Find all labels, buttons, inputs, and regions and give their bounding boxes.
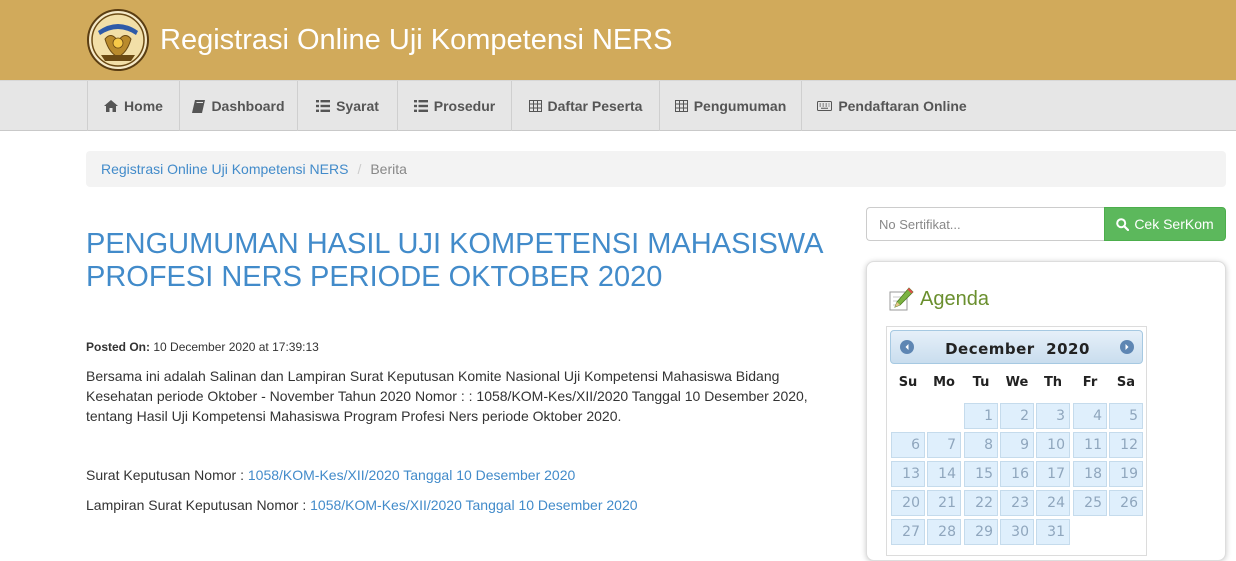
calendar-weekday: Fr <box>1082 375 1098 390</box>
calendar-day[interactable]: 4 <box>1073 403 1107 429</box>
nav-pengumuman[interactable]: Pengumuman <box>659 81 801 131</box>
calendar-empty-cell <box>891 403 925 429</box>
calendar-day[interactable]: 19 <box>1109 461 1143 487</box>
calendar-day[interactable]: 10 <box>1036 432 1070 458</box>
search-icon <box>1116 217 1130 231</box>
site-title[interactable]: Registrasi Online Uji Kompetensi NERS <box>160 24 673 57</box>
calendar-weekday: Th <box>1043 375 1063 390</box>
nav-dashboard[interactable]: Dashboard <box>179 81 297 131</box>
posted-on-label: Posted On: <box>86 340 151 354</box>
calendar-day[interactable]: 5 <box>1109 403 1143 429</box>
breadcrumb-home-link[interactable]: Registrasi Online Uji Kompetensi NERS <box>101 161 348 177</box>
calendar-day[interactable]: 30 <box>1000 519 1034 545</box>
nav-syarat[interactable]: Syarat <box>297 81 397 131</box>
site-header: Registrasi Online Uji Kompetensi NERS <box>0 0 1236 80</box>
calendar-day[interactable]: 31 <box>1036 519 1070 545</box>
list-icon <box>413 100 428 112</box>
calendar-day[interactable]: 13 <box>891 461 925 487</box>
calendar-weekday: Su <box>898 375 918 390</box>
sk-link[interactable]: 1058/KOM-Kes/XII/2020 Tanggal 10 Desembe… <box>248 467 575 483</box>
nav-prosedur[interactable]: Prosedur <box>397 81 511 131</box>
calendar-weekday: Mo <box>933 375 955 390</box>
breadcrumb-separator: / <box>357 161 362 177</box>
breadcrumb-current: Berita <box>370 161 407 177</box>
sk-line: Surat Keputusan Nomor : 1058/KOM-Kes/XII… <box>86 467 575 483</box>
table-icon <box>528 100 542 112</box>
calendar-day[interactable]: 18 <box>1073 461 1107 487</box>
calendar-day[interactable]: 9 <box>1000 432 1034 458</box>
home-icon <box>104 100 119 112</box>
book-icon <box>192 99 206 113</box>
article-body: Bersama ini adalah Salinan dan Lampiran … <box>86 368 808 424</box>
calendar-day[interactable]: 12 <box>1109 432 1143 458</box>
certificate-search-input[interactable] <box>866 207 1104 241</box>
calendar-day[interactable]: 15 <box>964 461 998 487</box>
posted-on-value: 10 December 2020 at 17:39:13 <box>153 340 319 354</box>
calendar-weekday: Sa <box>1116 375 1136 390</box>
lampiran-line: Lampiran Surat Keputusan Nomor : 1058/KO… <box>86 497 638 513</box>
calendar-day[interactable]: 11 <box>1073 432 1107 458</box>
calendar-day[interactable]: 27 <box>891 519 925 545</box>
tut-wuri-handayani-logo[interactable] <box>87 9 149 71</box>
calendar-day[interactable]: 23 <box>1000 490 1034 516</box>
agenda-title: Agenda <box>920 287 989 310</box>
calendar-day[interactable]: 28 <box>927 519 961 545</box>
calendar-day[interactable]: 16 <box>1000 461 1034 487</box>
nav-home[interactable]: Home <box>87 81 179 131</box>
posted-on: Posted On: 10 December 2020 at 17:39:13 <box>86 340 319 354</box>
calendar-weekday: Tu <box>972 375 990 390</box>
table-icon <box>674 100 688 112</box>
calendar-day[interactable]: 8 <box>964 432 998 458</box>
nav-pendaftaran-online[interactable]: Pendaftaran Online <box>801 81 982 131</box>
breadcrumb: Registrasi Online Uji Kompetensi NERS / Be… <box>86 151 1226 187</box>
calendar-header: December 2020 <box>890 330 1143 364</box>
list-icon <box>316 100 331 112</box>
calendar-day[interactable]: 17 <box>1036 461 1070 487</box>
cek-serkom-button[interactable]: Cek SerKom <box>1104 207 1226 241</box>
calendar-day[interactable]: 20 <box>891 490 925 516</box>
calendar-title: December 2020 <box>891 340 1144 358</box>
nav-pendaftaran-online-label: Pendaftaran Online <box>838 98 967 114</box>
nav-pengumuman-label: Pengumuman <box>693 98 787 114</box>
calendar-day[interactable]: 3 <box>1036 403 1070 429</box>
sk-label: Surat Keputusan Nomor : <box>86 467 248 483</box>
pencil-notepad-icon <box>888 286 914 312</box>
nav-dashboard-label: Dashboard <box>211 98 285 114</box>
calendar-month: December <box>945 340 1035 358</box>
lampiran-link[interactable]: 1058/KOM-Kes/XII/2020 Tanggal 10 Desembe… <box>310 497 637 513</box>
calendar-empty-cell <box>927 403 961 429</box>
nav-prosedur-label: Prosedur <box>433 98 496 114</box>
calendar-day[interactable]: 22 <box>964 490 998 516</box>
nav-daftar-peserta-label: Daftar Peserta <box>547 98 643 114</box>
agenda-header: Agenda <box>888 286 989 312</box>
chevron-right-icon <box>1123 343 1131 351</box>
calendar-day[interactable]: 24 <box>1036 490 1070 516</box>
cek-serkom-label: Cek SerKom <box>1134 216 1214 232</box>
lampiran-label: Lampiran Surat Keputusan Nomor : <box>86 497 311 513</box>
article-title: PENGUMUMAN HASIL UJI KOMPETENSI MAHASISW… <box>86 228 822 293</box>
nav-home-label: Home <box>124 98 163 114</box>
calendar-day[interactable]: 14 <box>927 461 961 487</box>
calendar-day[interactable]: 1 <box>964 403 998 429</box>
agenda-calendar: December 2020 Su Mo Tu We Th Fr Sa 1 2 3 4 5 6 7 8 9 10 1… <box>886 326 1147 556</box>
calendar-weekday: We <box>1005 375 1029 390</box>
main-nav: Home Dashboard Syarat Prosedur Daftar Pe… <box>0 80 1236 131</box>
calendar-day[interactable]: 26 <box>1109 490 1143 516</box>
calendar-day[interactable]: 7 <box>927 432 961 458</box>
calendar-day[interactable]: 21 <box>927 490 961 516</box>
keyboard-icon <box>817 101 833 111</box>
calendar-day[interactable]: 25 <box>1073 490 1107 516</box>
calendar-next-button[interactable] <box>1120 340 1134 354</box>
nav-syarat-label: Syarat <box>336 98 379 114</box>
calendar-year: 2020 <box>1046 340 1090 358</box>
nav-daftar-peserta[interactable]: Daftar Peserta <box>511 81 659 131</box>
calendar-day[interactable]: 29 <box>964 519 998 545</box>
calendar-day[interactable]: 6 <box>891 432 925 458</box>
calendar-day[interactable]: 2 <box>1000 403 1034 429</box>
